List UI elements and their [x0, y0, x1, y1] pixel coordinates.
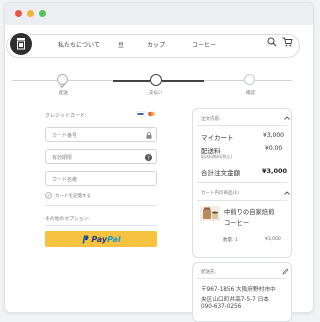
divider: [197, 200, 287, 201]
help-icon[interactable]: ?: [145, 153, 152, 161]
divider: [197, 278, 287, 279]
search-icon[interactable]: [267, 37, 277, 47]
edit-pencil-icon[interactable]: [282, 268, 289, 275]
delivery-address-line2: 央区山口町井高7-5-7 日本: [201, 297, 269, 303]
divider: [197, 125, 287, 126]
mastercard-icon: [148, 111, 155, 117]
order-summary-title: 注文内容:: [201, 117, 221, 122]
order-summary-card: [192, 108, 292, 258]
svg-text:?: ?: [147, 155, 150, 161]
progress-line-active: [113, 79, 150, 82]
brand-logo[interactable]: [10, 33, 32, 55]
my-cart-value: ¥3,000: [263, 132, 284, 139]
lock-icon: [146, 132, 152, 139]
nav-link-about[interactable]: 私たちについて: [58, 40, 100, 49]
step-payment-circle[interactable]: [150, 73, 162, 86]
nav-link-cups[interactable]: カップ: [147, 40, 165, 49]
coffee-cup-logo-icon: [17, 38, 25, 50]
card-holder-name-input[interactable]: カード名義: [45, 171, 157, 186]
credit-card-label: クレジットカード:: [45, 113, 87, 119]
remember-card-label: カードを記憶する: [55, 194, 91, 199]
chevron-up-icon[interactable]: [284, 116, 290, 120]
remember-card-checkbox[interactable]: [45, 192, 52, 199]
shipping-value: ¥0.00: [265, 145, 283, 152]
step-label-confirm: 確認: [246, 91, 255, 96]
step-shipping-circle[interactable]: [57, 74, 68, 88]
minimize-window-dot[interactable]: [27, 10, 34, 17]
checkout-progress: 配送 支払い 確認: [12, 73, 292, 96]
cart-item-price: ¥3,000: [265, 237, 281, 242]
visa-card-icon: [136, 111, 145, 117]
card-number-input[interactable]: カード番号: [45, 127, 157, 142]
step-label-payment: 支払い: [149, 91, 163, 96]
paypal-label-part2: Pal: [107, 234, 121, 244]
expiry-date-input[interactable]: 有効期限 ?: [45, 149, 157, 164]
chevron-up-icon[interactable]: [284, 191, 290, 195]
total-label: 合計注文金額: [201, 169, 240, 177]
divider: [197, 182, 287, 183]
progress-line: [255, 80, 292, 81]
delivery-address-line1: 〒967-1856 大阪府野村市中: [201, 287, 276, 293]
cart-item-quantity: 数量: 1: [223, 238, 238, 243]
shipping-note: 配送料無料(税込): [201, 154, 233, 159]
divider: [45, 205, 157, 206]
coffee-product-image: [200, 206, 220, 221]
progress-line: [12, 80, 57, 81]
other-options-label: その他のオプション:: [45, 217, 90, 222]
delivery-phone: 090-637-0256: [201, 304, 242, 310]
window-titlebar: [5, 3, 313, 25]
card-holder-name-placeholder: カード名義: [52, 177, 78, 183]
delivery-title: 配送先:: [201, 270, 217, 275]
progress-line: [204, 80, 244, 81]
paypal-logo-icon: [82, 235, 89, 244]
maximize-window-dot[interactable]: [39, 10, 46, 17]
nav-link-coffee[interactable]: コーヒー: [192, 40, 216, 49]
check-icon: [59, 83, 66, 88]
cart-item-name-line2: コーヒー: [224, 220, 250, 227]
nav-link-beans[interactable]: 豆: [118, 40, 124, 49]
progress-line-active: [162, 79, 204, 82]
total-value: ¥3,000: [262, 167, 288, 175]
paypal-button[interactable]: Pay Pal: [45, 231, 157, 247]
cart-items-title: カート内の商品(1): [201, 191, 239, 196]
my-cart-label: マイカート: [201, 134, 234, 142]
close-window-dot[interactable]: [15, 10, 22, 17]
cart-item-name-line1: 中煎りの自家焙煎: [224, 209, 275, 216]
check-icon: [46, 194, 51, 198]
cart-icon[interactable]: [282, 37, 293, 47]
card-number-placeholder: カード番号: [52, 133, 78, 139]
step-label-shipping: 配送: [59, 91, 68, 96]
divider: [45, 225, 157, 226]
step-confirm-circle[interactable]: [244, 74, 255, 85]
expiry-date-placeholder: 有効期限: [52, 155, 73, 161]
paypal-label-part1: Pay: [91, 234, 108, 244]
